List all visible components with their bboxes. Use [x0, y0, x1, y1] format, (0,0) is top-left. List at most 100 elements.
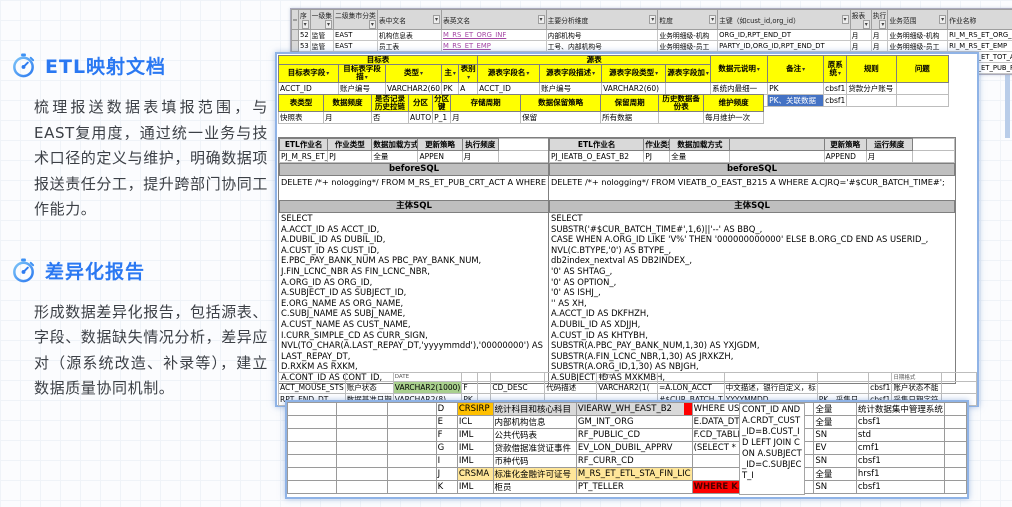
sheet-cell: 维护频度: [704, 95, 764, 112]
sheet-cell: RF_CURR_CD: [576, 455, 692, 468]
section-etl-mapping: ETL映射文档 梳理报送数据表填报范围，与EAST复用度，通过统一业务与技术口径…: [10, 52, 272, 223]
sheet-row: ACCT_ID账户编号VARCHAR2(60PKAACCT_ID账户编号VARC…: [279, 83, 949, 95]
sheet-cell: PT_TELLER: [576, 481, 692, 494]
sheet-cell: hrsf1: [856, 468, 944, 481]
sheet-cell: [336, 481, 387, 494]
sheet-cell: PJ_M_RS_ET_PU: [280, 151, 328, 163]
sheet-cell: [288, 403, 337, 416]
sheet-cell: 数据保留策略: [521, 95, 601, 112]
sheet-cell: 机构信息表: [377, 30, 441, 41]
etl-panel-right: ETL作业名作业类型数据加载方式更新策略运行频度PJ_IEATB_O_EAST_…: [548, 137, 956, 384]
etl-job-table-left: ETL作业名作业类型数据加载方式更新策略执行频度PJ_M_RS_ET_PUPJ全…: [279, 138, 549, 163]
sheet-cell: D: [436, 403, 457, 416]
sheet-cell: RF_PUBLIC_CD: [576, 429, 692, 442]
col-header: 规则: [847, 56, 897, 83]
sheet-cell: [545, 373, 597, 382]
sheet-cell: F: [462, 382, 477, 394]
sheet-cell: [941, 373, 976, 382]
sheet-cell: EV_LON_DUBIL_APPRV: [576, 442, 692, 455]
sheet-cell: [730, 139, 824, 151]
sheet-cell: VARCHAR2(1000): [393, 382, 462, 394]
sheet-cell: [292, 10, 299, 30]
slide-canvas: { "accent_colors": { "heading_blue": "#2…: [0, 0, 1012, 507]
section-heading: 差异化报告: [10, 257, 272, 284]
sheet-cell: 业务范围: [888, 10, 948, 30]
sheet-cell: 全量: [670, 151, 730, 163]
sheet-cell: 贷款借据准贷证事件: [493, 442, 576, 455]
sheet-cell: EV: [814, 442, 857, 455]
before-sql-text: DELETE /*+ nologging*/ FROM VIEATB_O_EAS…: [549, 176, 955, 200]
sheet-row: ETL作业名作业类型数据加载方式更新策略运行频度: [550, 139, 955, 151]
sheet-cell: 公共代码表: [493, 429, 576, 442]
sheet-cell: [292, 41, 299, 52]
sheet-row: 52监管EAST机构信息表M_RS_ET_ORG_INF内部机构号业务明细级-机…: [292, 30, 1012, 41]
sheet-cell: [817, 382, 868, 394]
sheet-cell: 表中文名: [377, 10, 441, 30]
sheet-cell: ACCT_ID: [478, 83, 540, 95]
sheet-cell: [944, 442, 966, 455]
sheet-cell: [657, 373, 724, 382]
source-tables-table: DCRSIRP统计科目和核心科目VIEARW_WH_EAST_B2WHERE U…: [287, 402, 967, 494]
col-header: 源表字段名: [478, 65, 540, 83]
sheet-cell: PJ: [644, 151, 670, 163]
section-body: 形成数据差异化报告，包括源表、字段、数据缺失情况分析，差异应对（源系统改造、补录…: [34, 300, 268, 402]
sheet-cell: ACT_MOUSE_STS: [279, 382, 346, 394]
sheet-cell: E: [436, 416, 457, 429]
sheet-cell: 贷款分户账号: [847, 83, 897, 95]
sheet-cell: 业务明细级-员工: [888, 41, 948, 52]
sheet-cell: 快照表: [279, 112, 324, 124]
sheet-cell: EAST: [334, 30, 378, 41]
sheet-row: 序一级集二级集市分类表中文名表英文名主要分析维度粒度主键（如cust_id,or…: [292, 10, 1012, 30]
sheet-cell: [944, 403, 966, 416]
sheet-cell: ICL: [457, 416, 493, 429]
sheet-cell: [387, 429, 436, 442]
sheet-cell: IML: [457, 455, 493, 468]
col-header: 原系统: [824, 56, 847, 83]
sheet-cell: 全量: [814, 403, 857, 416]
sheet-cell: [897, 83, 949, 95]
sheet-cell: 员工表: [377, 41, 441, 52]
sheet-cell: 粒度: [658, 10, 718, 30]
sheet-cell: PJ_IEATB_O_EAST_B2: [550, 151, 644, 163]
sheet-cell: CD_DESC: [491, 382, 545, 394]
section-title: 差异化报告: [45, 257, 145, 284]
sheet-cell: 53: [299, 41, 311, 52]
sheet-cell: cbsf1: [856, 416, 944, 429]
group-header-source: 源表: [478, 56, 711, 65]
sheet-cell: 监管: [310, 30, 333, 41]
sheet-cell: 主要分析维度: [546, 10, 658, 30]
sheet-cell: 账户状态不能: [892, 382, 941, 394]
sheet-cell: VARCHAR2(60: [386, 83, 442, 95]
sheet-cell: M_RS_ET_ORG_INF: [442, 30, 547, 41]
sheet-cell: ORG_ID,RPT_END_DT: [718, 30, 850, 41]
sheet-cell: 标准化金融许可证号: [493, 468, 576, 481]
sheet-cell: VIEARW_WH_EAST_B2: [576, 403, 692, 416]
section-body: 梳理报送数据表填报范围，与EAST复用度，通过统一业务与技术口径的定义与维护，明…: [34, 95, 268, 223]
before-sql-band: beforeSQL: [279, 163, 549, 176]
sheet-cell: IML: [457, 481, 493, 494]
sheet-cell: [944, 481, 966, 494]
sheet-cell: P_1: [433, 112, 451, 124]
sheet-cell: M_RS_ET_EMP: [442, 41, 547, 52]
sheet-cell: 代码描述: [545, 382, 597, 394]
sheet-row: 表类型数据频度是否记录历史拉链分区分区键存储周期数据保留策略保留周期历史数据备份…: [279, 95, 764, 112]
sheet-cell: [345, 373, 393, 382]
sheet-cell: G: [436, 442, 457, 455]
sheet-cell: =A.LON_ACCT: [657, 382, 724, 394]
sheet-row: ETL作业名作业类型数据加载方式更新策略执行频度: [280, 139, 549, 151]
sheet-cell: 统计科目和核心科目: [493, 403, 576, 416]
sheet-cell: [387, 481, 436, 494]
sheet-cell: [912, 139, 954, 151]
sheet-cell: 分区键: [433, 95, 451, 112]
sheet-cell: [336, 429, 387, 442]
sheet-cell: 月: [871, 41, 888, 52]
sheet-row: IIML币种代码RF_CURR_CDSNcbsf1: [288, 455, 967, 468]
col-header: 源表字段类型: [602, 65, 666, 83]
sheet-cell: [336, 403, 387, 416]
sheet-cell: IML: [457, 429, 493, 442]
body-sql-band: 主体SQL: [549, 200, 955, 213]
sheet-cell: CRSMA: [457, 468, 493, 481]
sheet-cell: 账户编号: [339, 83, 386, 95]
sheet-cell: 月: [850, 41, 871, 52]
body-sql-band: 主体SQL: [279, 200, 549, 213]
